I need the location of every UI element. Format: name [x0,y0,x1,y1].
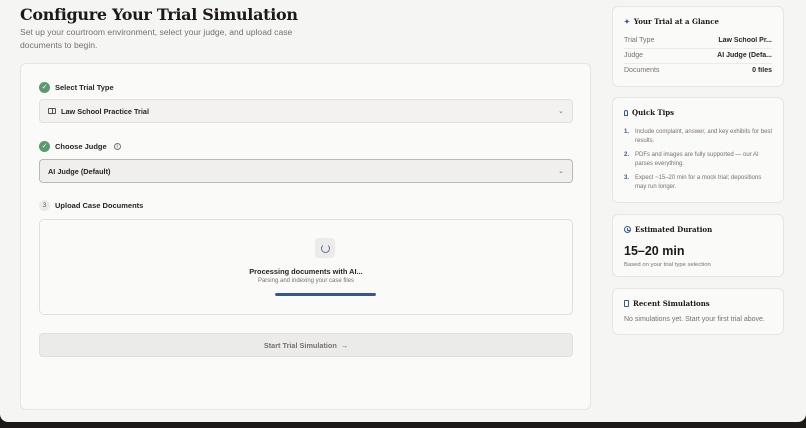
glance-value: AI Judge (Defa... [717,52,772,59]
check-icon: ✓ [39,82,50,93]
tip-text: Expect ~15–20 min for a mock trial; depo… [635,175,762,191]
recent-simulations-card: Recent Simulations No simulations yet. S… [612,288,784,335]
glance-key: Trial Type [624,37,655,44]
window-frame [0,414,8,422]
recent-empty-message: No simulations yet. Start your first tri… [624,316,765,323]
trial-type-select[interactable]: Law School Practice Trial ⌄ [39,99,573,123]
step-number: 3 [39,200,50,211]
step-label: Choose Judge [55,142,107,151]
start-trial-button[interactable]: Start Trial Simulation → [39,333,573,357]
check-icon: ✓ [39,141,50,152]
glance-card: ✦ Your Trial at a Glance Trial Type Law … [612,6,784,87]
page-title: Configure Your Trial Simulation [20,5,298,24]
info-icon[interactable]: i [113,143,121,150]
upload-dropzone[interactable]: Processing documents with AI... Parsing … [39,219,573,315]
divider [624,63,772,64]
glance-value: Law School Pr... [718,37,772,44]
tip-text: Include complaint, answer, and key exhib… [635,129,773,145]
recent-title-text: Recent Simulations [633,299,710,308]
start-trial-label: Start Trial Simulation [263,340,337,350]
clock-icon [624,226,631,233]
trial-type-value: Law School Practice Trial [61,106,150,116]
page-subtitle: Set up your courtroom environment, selec… [20,27,293,50]
tip-item: 2. PDFs and images are fully supported —… [624,151,773,170]
glance-title: ✦ Your Trial at a Glance [624,17,719,26]
setup-card: ✓ Select Trial Type Law School Practice … [20,63,591,410]
duration-value: 15–20 min [624,244,685,258]
progress-fill [275,293,376,296]
chevron-down-icon: ⌄ [558,168,564,175]
processing-title: Processing documents with AI... [249,267,363,276]
tip-number: 2. [624,152,630,158]
book-icon [48,108,56,114]
progress-bar [275,293,376,296]
window-frame [798,414,806,422]
duration-note: Based on your trial type selection [624,262,711,268]
tip-text: PDFs and images are fully supported — ou… [635,152,759,168]
arrow-right-icon: → [340,340,349,350]
judge-select[interactable]: AI Judge (Default) ⌄ [39,159,573,183]
glance-row: Judge AI Judge (Defa... [624,52,772,59]
step-judge-header: ✓ Choose Judge i [39,141,121,152]
duration-title: Estimated Duration [624,225,712,234]
tips-title-text: Quick Tips [632,108,675,117]
chevron-down-icon: ⌄ [558,108,564,115]
glance-title-text: Your Trial at a Glance [633,17,719,26]
step-label: Select Trial Type [55,83,114,92]
tip-item: 3. Expect ~15–20 min for a mock trial; d… [624,174,773,193]
recent-title: Recent Simulations [624,299,710,308]
judge-value: AI Judge (Default) [48,166,111,176]
divider [624,48,772,49]
glance-row: Documents 0 files [624,67,772,74]
tips-title: Quick Tips [624,108,674,117]
sparkle-icon: ✦ [624,17,630,26]
duration-card: Estimated Duration 15–20 min Based on yo… [612,214,784,277]
tip-number: 1. [624,129,630,135]
step-label: Upload Case Documents [55,201,144,210]
duration-title-text: Estimated Duration [635,225,713,234]
window-frame [0,422,806,428]
glance-row: Trial Type Law School Pr... [624,37,772,44]
quick-tips-card: Quick Tips 1. Include complaint, answer,… [612,97,784,203]
processing-subtitle: Parsing and indexing your case files [257,278,355,284]
step-trial-type-header: ✓ Select Trial Type [39,82,114,93]
tip-item: 1. Include complaint, answer, and key ex… [624,128,773,147]
lightbulb-icon [624,109,628,116]
glance-value: 0 files [752,67,772,74]
glance-key: Documents [624,67,660,74]
document-icon [624,300,629,307]
tip-number: 3. [624,175,630,181]
glance-key: Judge [624,52,644,59]
loading-spinner-icon [315,238,335,258]
step-upload-header: 3 Upload Case Documents [39,200,143,211]
